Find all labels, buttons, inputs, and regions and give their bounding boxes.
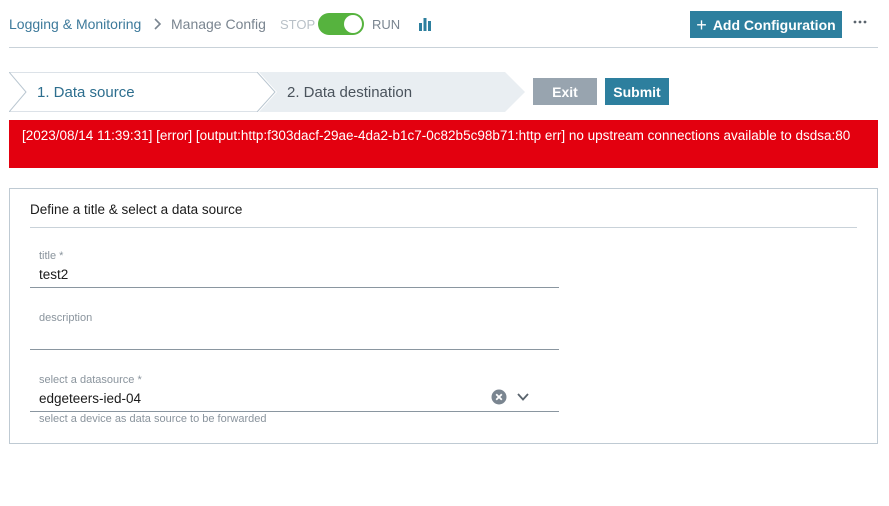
submit-button[interactable]: Submit xyxy=(605,78,669,105)
title-field-underline xyxy=(30,287,559,288)
toggle-knob xyxy=(344,15,362,33)
datasource-select-value[interactable]: edgeteers-ied-04 xyxy=(39,391,141,406)
plus-icon: + xyxy=(696,14,707,35)
breadcrumb-manage-config: Manage Config xyxy=(171,16,266,32)
step-data-source[interactable]: 1. Data source xyxy=(37,84,135,102)
datasource-select-label: select a datasource * xyxy=(39,374,142,386)
header-divider xyxy=(9,47,878,48)
chevron-right-icon xyxy=(154,18,162,30)
description-field-underline xyxy=(30,349,559,350)
step-data-destination[interactable]: 2. Data destination xyxy=(287,84,412,102)
section-title: Define a title & select a data source xyxy=(30,202,243,217)
section-divider xyxy=(30,227,857,228)
more-horizontal-icon[interactable] xyxy=(852,14,868,30)
error-message: [2023/08/14 11:39:31] [error] [output:ht… xyxy=(22,128,851,143)
app-header: Logging & Monitoring Manage Config STOP … xyxy=(0,0,889,48)
data-source-form-card: Define a title & select a data source ti… xyxy=(9,188,878,444)
add-configuration-label: Add Configuration xyxy=(712,16,836,33)
title-field-value[interactable]: test2 xyxy=(39,267,68,282)
breadcrumb-logging-monitoring[interactable]: Logging & Monitoring xyxy=(9,16,141,32)
stop-label: STOP xyxy=(280,17,316,32)
datasource-select[interactable]: select a datasource * edgeteers-ied-04 s… xyxy=(30,371,559,431)
description-field[interactable]: description xyxy=(30,309,559,351)
exit-button[interactable]: Exit xyxy=(533,78,597,105)
bar-chart-icon[interactable] xyxy=(418,17,432,31)
error-banner: [2023/08/14 11:39:31] [error] [output:ht… xyxy=(9,120,878,168)
clear-icon[interactable] xyxy=(491,389,507,405)
add-configuration-button[interactable]: + Add Configuration xyxy=(690,11,842,38)
chevron-down-icon[interactable] xyxy=(516,391,530,403)
run-label: RUN xyxy=(372,17,401,32)
description-field-label: description xyxy=(39,312,93,324)
title-field-label: title * xyxy=(39,250,64,262)
wizard-stepper: 1. Data source 2. Data destination xyxy=(9,72,529,112)
title-field[interactable]: title * test2 xyxy=(30,247,559,289)
run-stop-toggle[interactable] xyxy=(318,13,364,35)
datasource-select-hint: select a device as data source to be for… xyxy=(39,413,267,425)
datasource-select-underline xyxy=(30,411,559,412)
